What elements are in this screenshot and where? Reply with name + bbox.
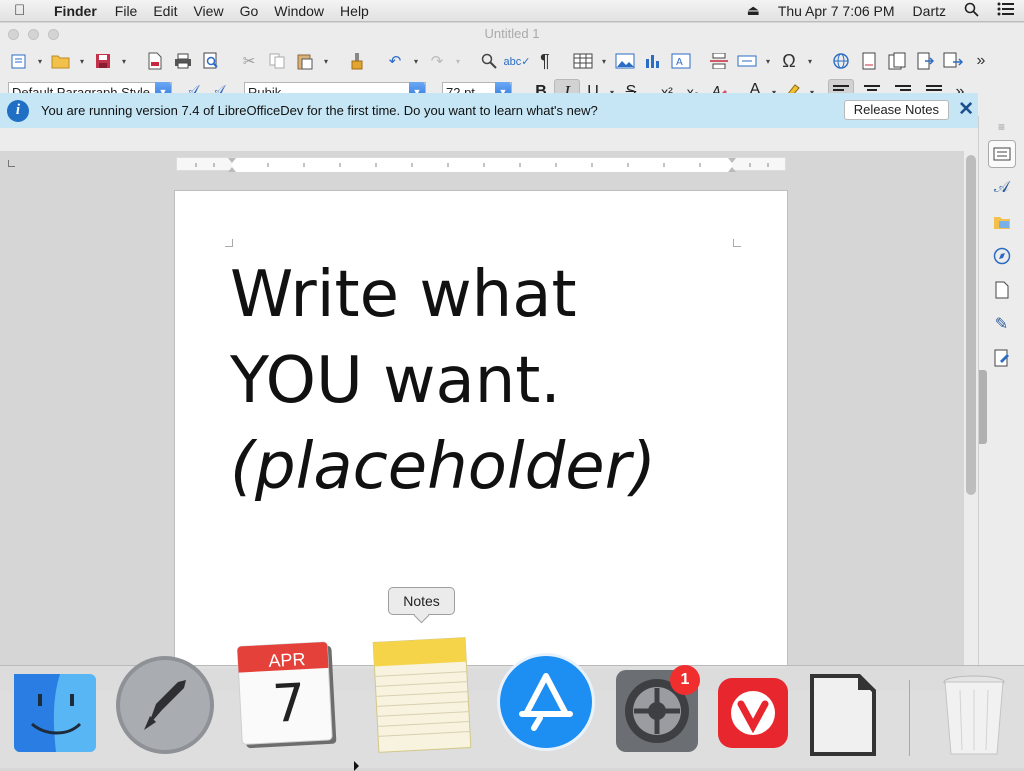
save-dropdown-icon[interactable]: ▾ (118, 48, 130, 74)
window-title: Untitled 1 (484, 26, 540, 41)
menu-file[interactable]: File (107, 3, 146, 19)
libreoffice-icon[interactable] (806, 670, 880, 763)
mouse-cursor (354, 761, 359, 771)
sidebar-collapse-handle[interactable] (979, 370, 987, 444)
dock-tooltip: Notes (388, 587, 455, 615)
gallery-icon[interactable] (988, 208, 1016, 236)
menu-view[interactable]: View (185, 3, 231, 19)
info-icon: i (7, 99, 29, 122)
insert-table-icon[interactable] (570, 48, 596, 74)
zoom-window-button[interactable] (48, 29, 59, 40)
infobar-message: You are running version 7.4 of LibreOffi… (41, 103, 598, 118)
window-titlebar: Untitled 1 (0, 23, 1024, 45)
paste-icon[interactable] (292, 48, 318, 74)
finder-icon[interactable] (14, 674, 96, 755)
comment-icon[interactable] (884, 48, 910, 74)
svg-text:A: A (676, 57, 683, 68)
open-folder-icon[interactable] (48, 48, 74, 74)
release-notes-button[interactable]: Release Notes (843, 100, 949, 120)
formatting-marks-icon[interactable]: ¶ (532, 48, 558, 74)
paste-dropdown-icon[interactable]: ▾ (320, 48, 332, 74)
print-icon[interactable] (170, 48, 196, 74)
menu-go[interactable]: Go (232, 3, 267, 19)
system-preferences-icon[interactable]: 1 (614, 665, 700, 757)
special-character-icon[interactable]: Ω (776, 48, 802, 74)
save-icon[interactable] (90, 48, 116, 74)
tab-stop-selector[interactable] (8, 160, 15, 167)
insert-image-icon[interactable] (612, 48, 638, 74)
hyperlink-icon[interactable] (828, 48, 854, 74)
horizontal-ruler[interactable] (176, 157, 786, 172)
notes-icon[interactable] (370, 636, 474, 757)
print-preview-icon[interactable] (198, 48, 224, 74)
menu-help[interactable]: Help (332, 3, 377, 19)
undo-dropdown-icon[interactable]: ▾ (410, 48, 422, 74)
footnote-icon[interactable] (856, 48, 882, 74)
app-store-icon[interactable] (496, 652, 596, 755)
page-break-icon[interactable] (706, 48, 732, 74)
standard-toolbar: ▾ ▾ ▾ ✂ ▾ ↶ ▾ ↷ ▾ abc✓ ¶ ▾ A ▾ Ω ▾ » (0, 45, 1024, 77)
table-dropdown-icon[interactable]: ▾ (598, 48, 610, 74)
eject-icon[interactable]: ⏏ (738, 2, 769, 19)
close-infobar-icon[interactable]: ✕ (958, 98, 974, 121)
vivaldi-icon[interactable] (718, 678, 788, 751)
track-changes-icon[interactable] (912, 48, 938, 74)
minimize-window-button[interactable] (28, 29, 39, 40)
menu-bar:  Finder File Edit View Go Window Help ⏏… (0, 0, 1024, 22)
margin-corner-mark (733, 239, 741, 247)
navigator-icon[interactable] (988, 242, 1016, 270)
menu-edit[interactable]: Edit (145, 3, 185, 19)
clone-formatting-icon[interactable] (344, 48, 370, 74)
undo-icon[interactable]: ↶ (382, 48, 408, 74)
close-window-button[interactable] (8, 29, 19, 40)
calendar-day: 7 (270, 673, 308, 735)
launchpad-icon[interactable] (114, 654, 216, 759)
sidebar-deck: ≡ 𝒜 ✎ (978, 116, 1024, 668)
trash-icon[interactable] (942, 674, 1006, 761)
menu-app-name[interactable]: Finder (36, 3, 107, 19)
styles-icon[interactable]: 𝒜 (988, 174, 1016, 202)
new-document-icon[interactable] (6, 48, 32, 74)
document-text[interactable]: Write what YOU want. (placeholder) (230, 252, 656, 510)
open-dropdown-icon[interactable]: ▾ (76, 48, 88, 74)
insert-textbox-icon[interactable]: A (668, 48, 694, 74)
spelling-icon[interactable]: abc✓ (504, 48, 531, 74)
redo-dropdown-icon[interactable]: ▾ (452, 48, 464, 74)
menu-user[interactable]: Dartz (904, 3, 955, 19)
insert-field-icon[interactable] (734, 48, 760, 74)
dock-separator (909, 680, 910, 756)
notification-center-icon[interactable] (988, 2, 1024, 19)
spotlight-search-icon[interactable] (955, 2, 988, 20)
infobar: i You are running version 7.4 of LibreOf… (0, 93, 978, 128)
special-character-dropdown-icon[interactable]: ▾ (804, 48, 816, 74)
properties-icon[interactable] (987, 140, 1016, 168)
menu-window[interactable]: Window (266, 3, 332, 19)
show-track-changes-icon[interactable] (940, 48, 966, 74)
cut-icon[interactable]: ✂ (236, 48, 262, 74)
toolbar-overflow-icon[interactable]: » (968, 48, 994, 74)
style-inspector-icon[interactable]: ✎ (988, 310, 1016, 338)
dock: APR 7 1 (0, 637, 1024, 768)
copy-icon[interactable] (264, 48, 290, 74)
document-line[interactable]: YOU want. (230, 338, 656, 424)
new-dropdown-icon[interactable]: ▾ (34, 48, 46, 74)
export-pdf-icon[interactable] (142, 48, 168, 74)
vertical-scrollbar[interactable] (966, 155, 976, 495)
menu-clock[interactable]: Thu Apr 7 7:06 PM (769, 3, 904, 19)
calendar-month: APR (267, 649, 306, 671)
insert-chart-icon[interactable] (640, 48, 666, 74)
redo-icon[interactable]: ↷ (424, 48, 450, 74)
document-line[interactable]: (placeholder) (230, 424, 656, 510)
apple-icon[interactable]:  (14, 2, 36, 19)
sidebar-menu-icon[interactable]: ≡ (979, 120, 1024, 134)
field-dropdown-icon[interactable]: ▾ (762, 48, 774, 74)
page-icon[interactable] (988, 276, 1016, 304)
manage-changes-icon[interactable] (988, 344, 1016, 372)
margin-corner-mark (225, 239, 233, 247)
notification-badge: 1 (670, 665, 700, 695)
find-replace-icon[interactable] (476, 48, 502, 74)
document-line[interactable]: Write what (230, 252, 656, 338)
